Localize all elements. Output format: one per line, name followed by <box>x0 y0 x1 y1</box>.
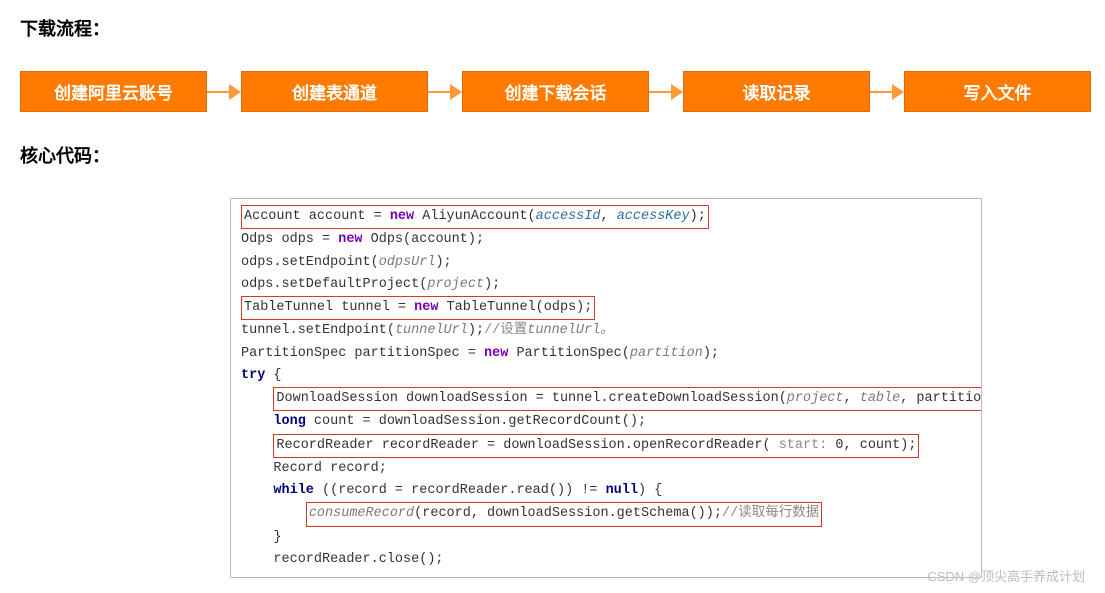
download-flow-title: 下载流程： <box>20 15 1085 41</box>
step-5: 写入文件 <box>904 71 1091 112</box>
arrow-icon <box>207 84 241 100</box>
flow-steps-row: 创建阿里云账号 创建表通道 创建下载会话 读取记录 写入文件 <box>20 71 1085 112</box>
step-3: 创建下载会话 <box>462 71 649 112</box>
watermark: CSDN @顶尖高手养成计划 <box>927 566 1085 585</box>
code-block: Account account = new AliyunAccount(acce… <box>230 198 982 578</box>
arrow-icon <box>649 84 683 100</box>
step-2: 创建表通道 <box>241 71 428 112</box>
core-code-title: 核心代码： <box>20 142 1085 168</box>
arrow-icon <box>428 84 462 100</box>
arrow-icon <box>870 84 904 100</box>
step-4: 读取记录 <box>683 71 870 112</box>
step-1: 创建阿里云账号 <box>20 71 207 112</box>
